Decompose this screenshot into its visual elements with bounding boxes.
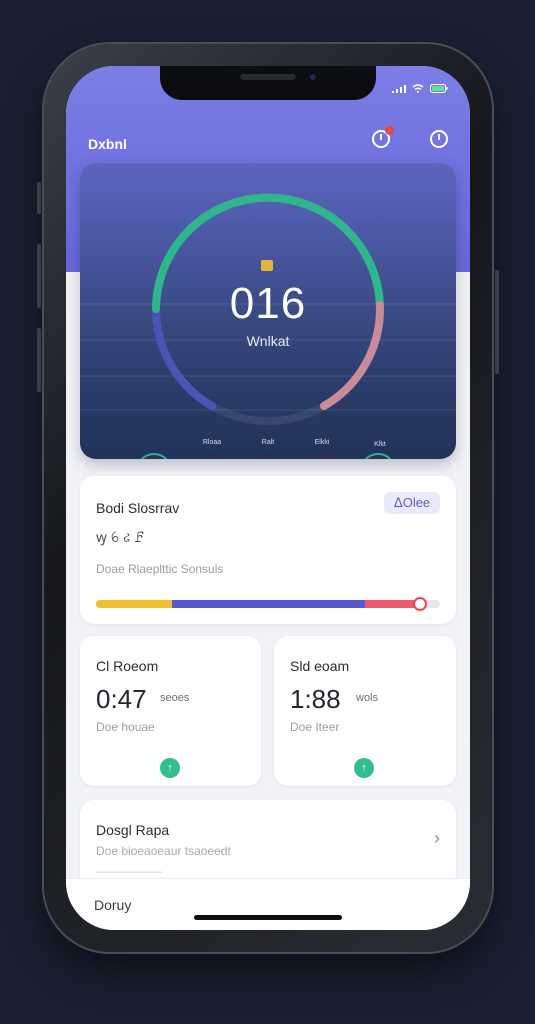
stat-unit: wols xyxy=(356,692,379,704)
stat-card-2[interactable]: Sld eoam 1:88 wols Doe Iteer ↑ xyxy=(274,636,456,786)
progress-card-title: Bodi Slosrrav xyxy=(96,500,180,516)
mode-caption: Klkt xyxy=(374,441,386,448)
list-card-subtitle: Doe bioeaoeaur tsaoeedt xyxy=(96,844,231,858)
progress-card[interactable]: Bodi Slosrrav ᐃOlee ꝡ ꕃ ઢ ꗓ Doae Rlaeplt… xyxy=(80,476,456,624)
volume-down-button xyxy=(37,328,41,392)
status-bar xyxy=(392,80,448,98)
progress-handle[interactable] xyxy=(415,599,425,609)
progress-card-subtitle: Doae Rlaeplttic Sonsuls xyxy=(96,562,224,576)
notification-dot xyxy=(385,126,394,135)
gauge-value: 016 xyxy=(229,279,307,328)
tab-label[interactable]: Doruy xyxy=(94,897,131,913)
stat-value: 1:88 xyxy=(290,684,341,714)
signal-icon xyxy=(392,80,406,98)
notch xyxy=(160,66,376,100)
tab-bar: Doruy xyxy=(66,878,470,930)
mode-caption: Rloaa xyxy=(202,439,222,446)
home-indicator xyxy=(194,915,342,920)
badge-icon xyxy=(261,260,273,271)
progress-track xyxy=(96,599,440,609)
volume-up-button xyxy=(37,244,41,308)
wifi-icon xyxy=(412,80,424,98)
stat-unit: seoes xyxy=(160,692,190,704)
chevron-right-icon[interactable]: › xyxy=(434,828,440,849)
progress-segment-3 xyxy=(365,600,420,608)
phone-frame: Dxbnl 016 Wnlkat ✿ R xyxy=(37,44,499,952)
battery-icon xyxy=(430,80,448,98)
mode-caption: Ralt xyxy=(261,439,275,446)
timer-icon[interactable] xyxy=(372,126,394,148)
clock-icon[interactable] xyxy=(430,130,448,148)
stat-value: 0:47 xyxy=(96,684,147,714)
list-card-title: Dosgl Rapa xyxy=(96,822,170,838)
mode-caption: Elkki xyxy=(314,439,330,446)
stat-title: Sld eoam xyxy=(290,658,350,674)
activity-gauge-card: 016 Wnlkat ✿ Rloaa✧ Ralt✽ Elkki✪ Klkt▦ xyxy=(80,163,456,459)
stat-subtitle: Doe houae xyxy=(96,720,155,734)
gauge-label: Wnlkat xyxy=(246,333,290,349)
progress-segment-2 xyxy=(172,600,365,608)
silent-switch xyxy=(37,182,41,214)
stat-card-1[interactable]: Cl Roeom 0:47 seoes Doe houae ↑ xyxy=(80,636,261,786)
stat-subtitle: Doe Iteer xyxy=(290,720,340,734)
progress-segment-1 xyxy=(96,600,172,608)
camera xyxy=(308,72,318,82)
activity-icons: ꝡ ꕃ ઢ ꗓ xyxy=(96,529,145,545)
list-card-faint: —————— xyxy=(96,866,162,878)
arrow-up-icon[interactable]: ↑ xyxy=(354,758,374,778)
stat-title: Cl Roeom xyxy=(96,658,159,674)
power-button xyxy=(495,270,499,374)
progress-card-chip[interactable]: ᐃOlee xyxy=(384,492,440,514)
speaker xyxy=(240,74,296,80)
screen: Dxbnl 016 Wnlkat ✿ R xyxy=(66,66,470,930)
app-title: Dxbnl xyxy=(88,136,127,152)
arrow-up-icon[interactable]: ↑ xyxy=(160,758,180,778)
